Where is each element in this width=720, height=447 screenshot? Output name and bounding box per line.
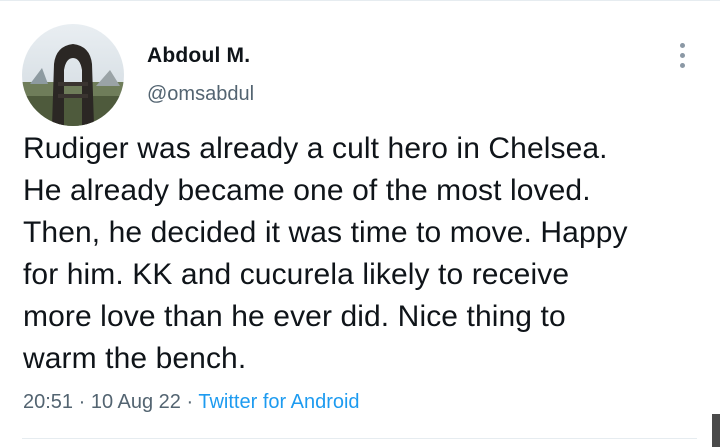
tweet-line: more love than he ever did. Nice thing t… <box>23 300 566 333</box>
tweet-metadata: 20:51 · 10 Aug 22 · Twitter for Android <box>23 391 360 414</box>
more-options-icon[interactable] <box>670 38 694 72</box>
edge-artifact <box>712 414 720 447</box>
tweet-line: He already became one of the most loved. <box>23 174 591 207</box>
tweet-line: for him. KK and cucurela likely to recei… <box>23 258 570 291</box>
tweet-text: Rudiger was already a cult hero in Chels… <box>23 128 713 380</box>
user-handle[interactable]: @omsabdul <box>147 83 254 106</box>
more-dot <box>679 52 685 58</box>
avatar[interactable] <box>22 24 124 126</box>
avatar-image <box>22 24 124 126</box>
tweet-date[interactable]: 10 Aug 22 <box>91 391 181 413</box>
tweet-line: Then, he decided it was time to move. Ha… <box>23 216 628 249</box>
tweet-line: warm the bench. <box>23 342 247 375</box>
top-divider <box>0 0 720 1</box>
tweet-line: Rudiger was already a cult hero in Chels… <box>23 132 608 165</box>
bottom-divider <box>22 438 697 439</box>
meta-separator: · <box>73 391 91 413</box>
tweet-source-link[interactable]: Twitter for Android <box>198 391 359 413</box>
display-name[interactable]: Abdoul M. <box>147 44 250 68</box>
more-dot <box>679 42 685 48</box>
more-dot <box>679 62 685 68</box>
tweet-time[interactable]: 20:51 <box>23 391 73 413</box>
meta-separator: · <box>180 391 199 413</box>
